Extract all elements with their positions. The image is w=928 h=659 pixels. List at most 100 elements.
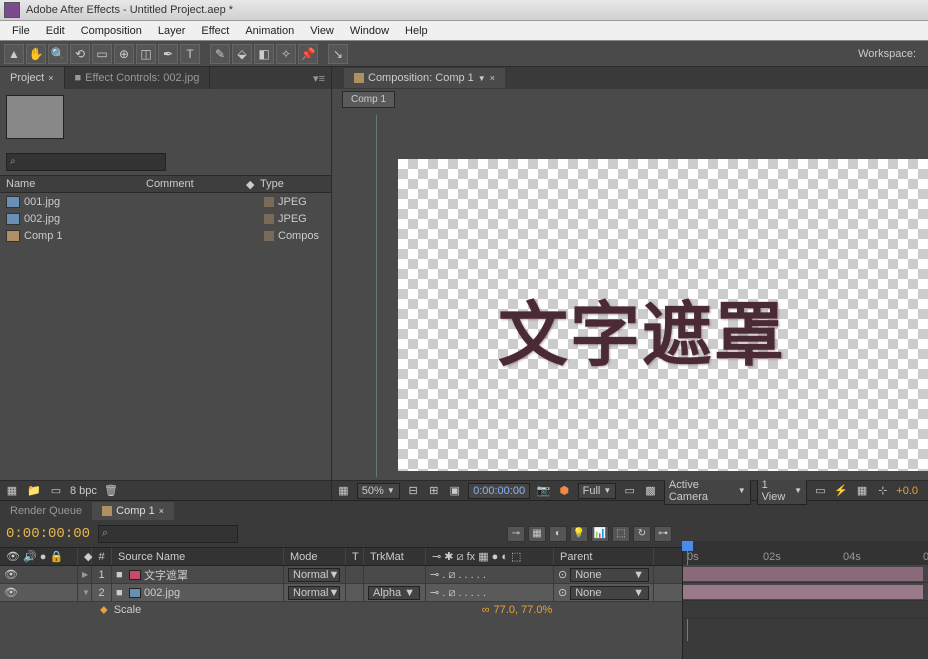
expand-icon[interactable]: ▼ [82,588,90,597]
link-icon[interactable]: ∞ [482,604,490,616]
time-ruler[interactable]: 0s 02s 04s 06s [683,541,928,565]
graph-editor-icon[interactable]: 📊 [591,526,609,542]
col-comment[interactable]: Comment [140,178,240,190]
parent-select[interactable]: None▼ [570,586,649,600]
expand-icon[interactable]: ▶ [82,570,88,579]
timeline-track-area[interactable]: 0s 02s 04s 06s [682,541,928,659]
snap-icon[interactable]: ⊶ [654,526,672,542]
canvas-text-layer[interactable]: 文字遮罩 [498,279,786,380]
mode-header[interactable]: Mode [284,548,346,565]
pen-tool-icon[interactable]: ✒ [158,44,178,64]
selection-tool-icon[interactable]: ▲ [4,44,24,64]
mode-select[interactable]: Normal▼ [288,568,340,582]
stopwatch-icon[interactable]: ⬥ [100,604,108,617]
pickwhip-icon[interactable]: ⊙ [558,586,567,599]
effect-controls-tab[interactable]: ■ Effect Controls: 002.jpg [65,67,211,89]
stamp-tool-icon[interactable]: ⬙ [232,44,252,64]
hand-tool-icon[interactable]: ✋ [26,44,46,64]
pixel-aspect-icon[interactable]: ▭ [813,484,828,498]
resolution-select[interactable]: Full▼ [578,483,617,499]
parent-select[interactable]: None▼ [570,568,649,582]
visibility-icon[interactable]: 👁 [4,568,18,581]
grid-icon[interactable]: ▦ [336,484,351,498]
frame-blend-icon[interactable]: ▦ [528,526,546,542]
col-type[interactable]: Type [254,178,331,190]
new-comp-icon[interactable]: ▭ [48,484,64,498]
menu-file[interactable]: File [4,23,38,39]
eraser-tool-icon[interactable]: ◧ [254,44,274,64]
menu-help[interactable]: Help [397,23,436,39]
col-label-icon[interactable]: ◆ [240,178,254,191]
text-tool-icon[interactable]: T [180,44,200,64]
project-item[interactable]: 002.jpg JPEG [0,210,331,227]
mask-tool-icon[interactable]: ◫ [136,44,156,64]
roto-tool-icon[interactable]: ✧ [276,44,296,64]
roi-icon[interactable]: ▭ [622,484,637,498]
timeline-icon[interactable]: ▦ [855,484,870,498]
composition-viewer[interactable]: 文字遮罩 [332,109,928,480]
fast-preview-icon[interactable]: ⚡ [834,484,849,498]
layer-duration-bar[interactable] [683,567,923,581]
project-search-input[interactable] [6,153,166,171]
property-value[interactable]: 77.0, 77.0% [494,604,553,616]
brush-tool-icon[interactable]: ✎ [210,44,230,64]
bpc-label[interactable]: 8 bpc [70,485,97,497]
draft3d-icon[interactable]: ⬚ [612,526,630,542]
motion-blur-icon[interactable]: ◐ [549,526,567,542]
folder-icon[interactable]: 📁 [26,484,42,498]
visibility-icon[interactable]: 👁 [4,586,18,599]
layer-track[interactable] [683,565,928,583]
menu-edit[interactable]: Edit [38,23,73,39]
mask-toggle-icon[interactable]: ▣ [447,484,462,498]
puppet-tool-icon[interactable]: 📌 [298,44,318,64]
res-down-icon[interactable]: ⊟ [406,484,421,498]
col-name[interactable]: Name [0,178,140,190]
project-item[interactable]: 001.jpg JPEG [0,193,331,210]
trkmat-select[interactable]: Alpha▼ [368,586,420,600]
mode-select[interactable]: Normal▼ [288,586,340,600]
menu-window[interactable]: Window [342,23,397,39]
composition-canvas[interactable]: 文字遮罩 [398,159,928,471]
timeline-timecode[interactable]: 0:00:00:00 [6,526,90,542]
composition-tab[interactable]: Composition: Comp 1▼× [344,68,505,88]
panel-menu-icon[interactable]: ▾≡ [313,72,331,85]
menu-view[interactable]: View [302,23,342,39]
source-header[interactable]: Source Name [112,548,284,565]
rect-tool-icon[interactable]: ▭ [92,44,112,64]
menu-animation[interactable]: Animation [237,23,302,39]
menu-layer[interactable]: Layer [150,23,194,39]
zoom-tool-icon[interactable]: 🔍 [48,44,68,64]
channel-icon[interactable]: ⬢ [557,484,572,498]
flowchart-icon[interactable]: ⊹ [875,484,890,498]
property-track[interactable] [683,601,928,619]
shy-icon[interactable]: ⊸ [507,526,525,542]
pickwhip-icon[interactable]: ⊙ [558,568,567,581]
brainstorm-icon[interactable]: 💡 [570,526,588,542]
snapshot-icon[interactable]: 📷 [536,484,551,498]
layer-track[interactable] [683,583,928,601]
views-select[interactable]: 1 View▼ [757,477,807,505]
render-queue-tab[interactable]: Render Queue [0,502,92,520]
trkmat-header[interactable]: TrkMat [364,548,426,565]
zoom-select[interactable]: 50%▼ [357,483,400,499]
flowchart-chip[interactable]: Comp 1 [342,91,395,108]
local-axis-icon[interactable]: ↘ [328,44,348,64]
project-tab[interactable]: Project× [0,67,65,89]
menu-composition[interactable]: Composition [73,23,150,39]
layer-switches[interactable]: ⊸ . ⧄ . . . . . [426,566,554,583]
live-update-icon[interactable]: ↻ [633,526,651,542]
safe-zones-icon[interactable]: ⊞ [427,484,442,498]
orbit-tool-icon[interactable]: ⟲ [70,44,90,64]
trash-icon[interactable]: 🗑 [103,484,119,498]
timeline-comp-tab[interactable]: Comp 1× [92,502,174,520]
camera-select[interactable]: Active Camera▼ [664,477,751,505]
layer-duration-bar[interactable] [683,585,923,599]
anchor-tool-icon[interactable]: ⊕ [114,44,134,64]
timeline-search-input[interactable] [98,525,238,543]
layer-switches[interactable]: ⊸ . ⧄ . . . . . [426,584,554,601]
project-item[interactable]: Comp 1 Compos [0,227,331,244]
interpret-icon[interactable]: ▦ [4,484,20,498]
menu-effect[interactable]: Effect [193,23,237,39]
current-time-display[interactable]: 0:00:00:00 [468,483,530,499]
exposure-value[interactable]: +0.0 [896,485,924,497]
